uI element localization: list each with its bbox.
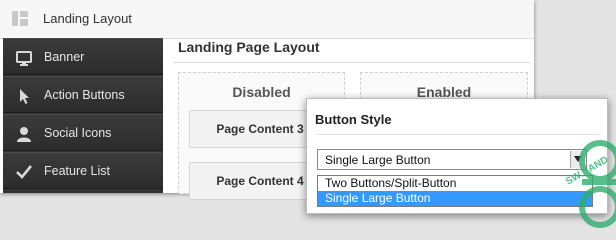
page-title: Landing Page Layout xyxy=(178,39,320,55)
cursor-arrow-icon xyxy=(20,89,29,104)
sidebar-item-feature-list[interactable]: Feature List xyxy=(3,152,163,189)
monitor-icon xyxy=(16,51,32,66)
layout-icon xyxy=(12,11,28,26)
sidebar: Banner Action Buttons Social Icons Featu… xyxy=(3,38,163,193)
option-two-buttons-split[interactable]: Two Buttons/Split-Button xyxy=(318,176,592,191)
popup-divider xyxy=(315,134,599,135)
button-style-select[interactable]: Single Large Button xyxy=(317,149,587,170)
option-single-large-button[interactable]: Single Large Button xyxy=(318,191,592,206)
button-style-options-list: Two Buttons/Split-Button Single Large Bu… xyxy=(317,175,593,207)
window-title: Landing Layout xyxy=(43,11,132,26)
sidebar-item-label: Feature List xyxy=(44,164,111,178)
popup-title: Button Style xyxy=(315,112,392,127)
sidebar-item-label: Banner xyxy=(44,50,85,64)
sidebar-item-label: Action Buttons xyxy=(44,88,125,102)
sidebar-item-label: Social Icons xyxy=(44,126,112,140)
sidebar-item-action-buttons[interactable]: Action Buttons xyxy=(3,76,163,113)
user-icon xyxy=(17,127,31,142)
select-value: Single Large Button xyxy=(325,153,431,167)
window-titlebar: Landing Layout xyxy=(0,0,534,39)
watermark-logo: SW.BAND xyxy=(564,140,616,228)
sidebar-item-banner[interactable]: Banner xyxy=(3,38,163,75)
sidebar-item-social-icons[interactable]: Social Icons xyxy=(3,114,163,151)
checkmark-icon xyxy=(16,165,33,179)
title-divider xyxy=(174,62,530,63)
